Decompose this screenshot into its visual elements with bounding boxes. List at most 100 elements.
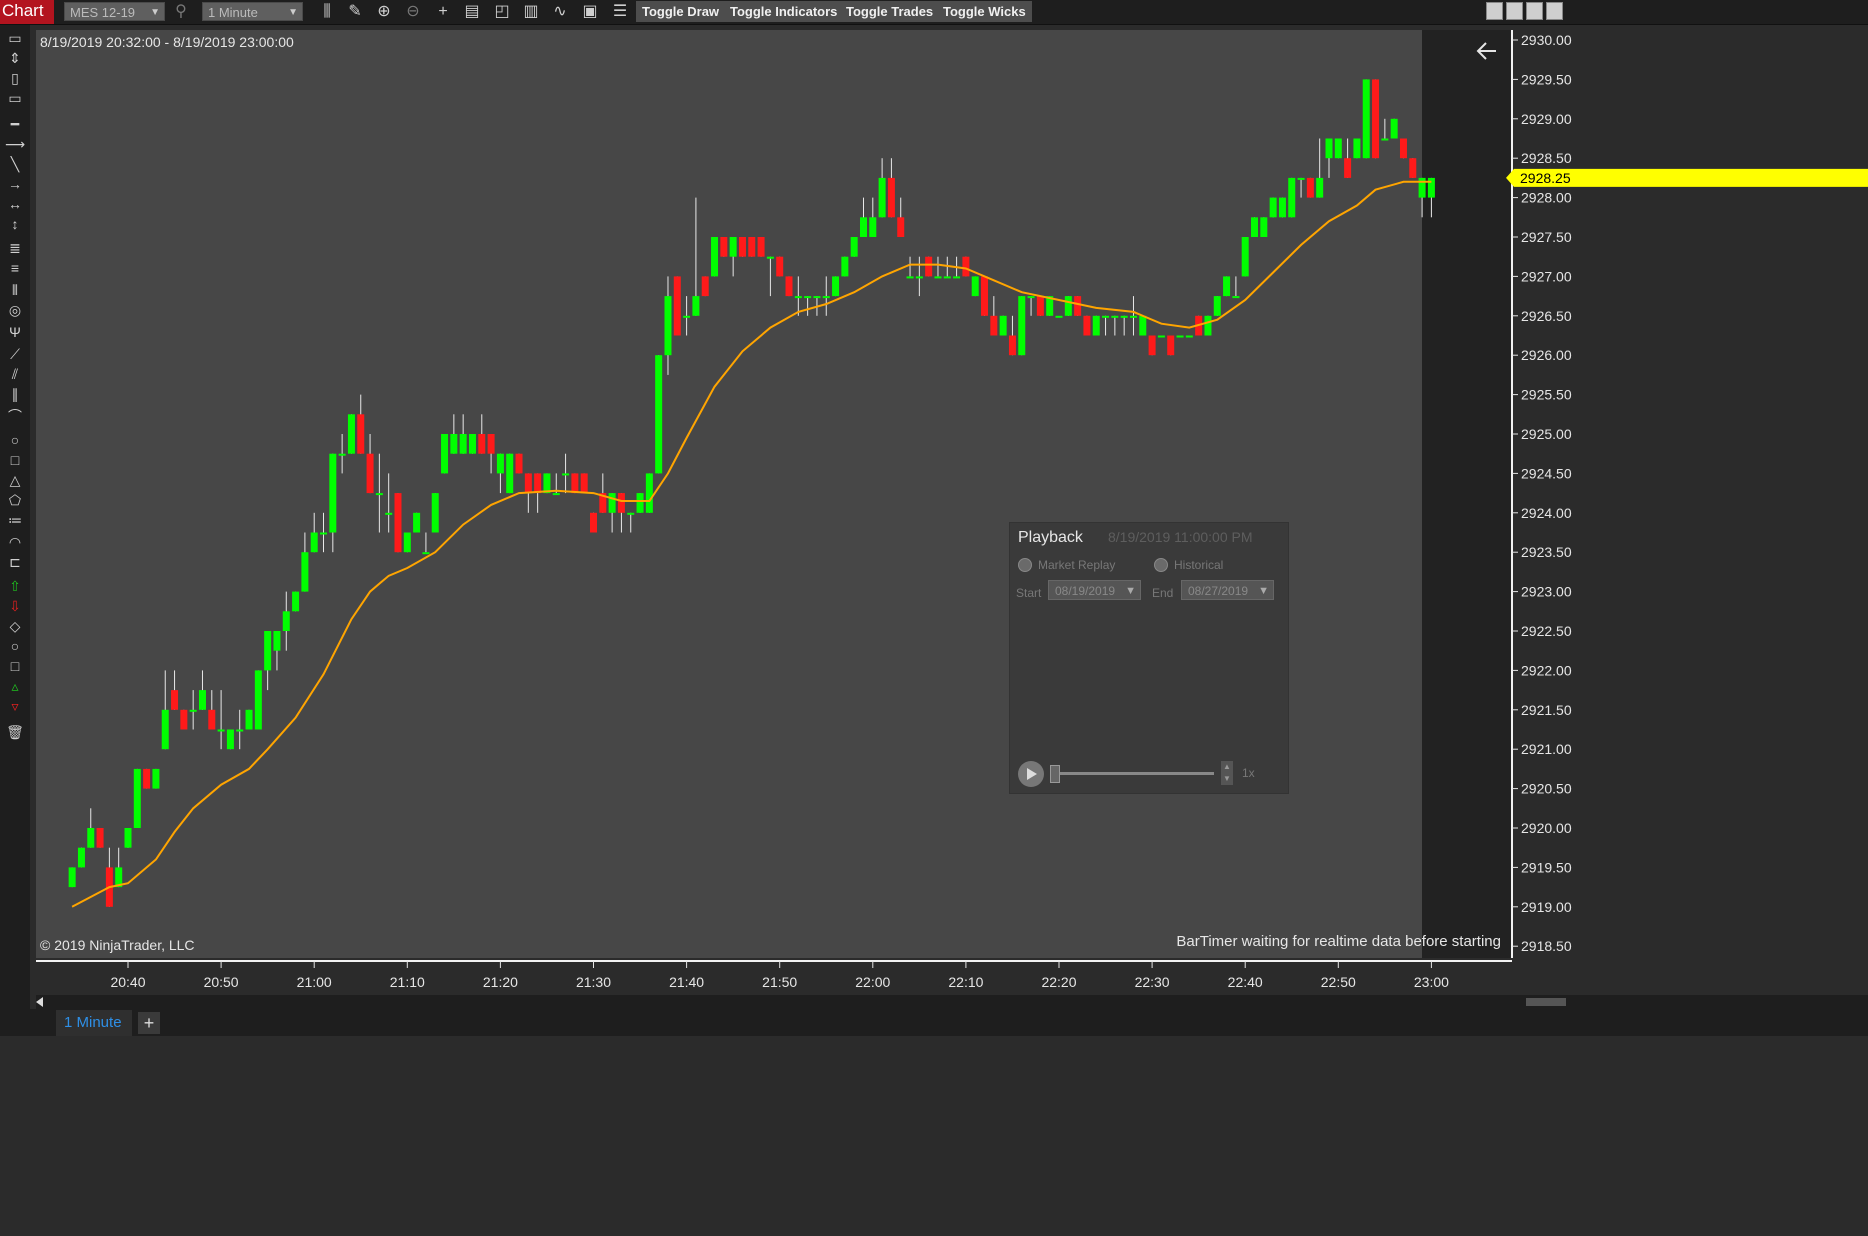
trend-channel-icon[interactable]: ∥ bbox=[4, 385, 26, 403]
speed-value: 1x bbox=[1242, 766, 1255, 780]
range-label: 8/19/2019 20:32:00 - 8/19/2019 23:00:00 bbox=[40, 34, 294, 50]
object-list-icon[interactable]: ☰ bbox=[609, 2, 631, 22]
add-tab-button[interactable]: + bbox=[138, 1012, 160, 1034]
interval-value: 1 Minute bbox=[208, 5, 258, 20]
toggle-trades-button[interactable]: Toggle Trades bbox=[840, 1, 940, 22]
region-highlight-y-icon[interactable]: ▯ bbox=[4, 69, 26, 87]
properties-icon[interactable]: ▤ bbox=[461, 2, 483, 22]
link-icon[interactable] bbox=[1506, 2, 1523, 20]
toggle-indicators-button[interactable]: Toggle Indicators bbox=[724, 1, 844, 22]
path-icon[interactable]: ⊏ bbox=[4, 553, 26, 571]
crosshair-icon[interactable]: + bbox=[432, 2, 454, 22]
zoom-out-icon[interactable]: ⊖ bbox=[402, 2, 424, 22]
toggle-draw-button[interactable]: Toggle Draw bbox=[636, 1, 726, 22]
interval-selector[interactable]: 1 Minute ▼ bbox=[202, 2, 303, 21]
horizontal-scrollbar[interactable] bbox=[36, 995, 1868, 1009]
candle-down bbox=[534, 473, 542, 494]
scroll-left-icon[interactable] bbox=[36, 997, 43, 1007]
chart-window-label[interactable]: Chart bbox=[0, 0, 54, 24]
candle-down bbox=[580, 473, 588, 494]
pencil-icon[interactable]: ✎ bbox=[344, 2, 366, 22]
triangle-icon[interactable]: △ bbox=[4, 471, 26, 489]
indicators-icon[interactable]: ∿ bbox=[549, 2, 571, 22]
regression-channel-icon[interactable]: ⫽ bbox=[4, 365, 26, 383]
dot-icon[interactable]: ○ bbox=[4, 637, 26, 655]
play-button[interactable] bbox=[1018, 761, 1044, 787]
maximize-icon[interactable] bbox=[1546, 2, 1563, 20]
risk-reward-icon[interactable]: ⇕ bbox=[4, 49, 26, 67]
arrow-down-icon[interactable]: ⇩ bbox=[4, 597, 26, 615]
speed-stepper[interactable]: ▲ ▼ bbox=[1221, 761, 1233, 785]
fibonacci-retracement-icon[interactable]: ≣ bbox=[4, 239, 26, 257]
time-tick-label: 22:30 bbox=[1135, 974, 1170, 990]
candle-down bbox=[757, 237, 765, 257]
price-chart[interactable]: 2918.50 2919.00 2919.50 2920.00 2920.50 2921.… bbox=[36, 30, 1868, 995]
price-tick-label: 2925.50 bbox=[1521, 387, 1572, 403]
ruler-icon[interactable]: ▭ bbox=[4, 29, 26, 47]
time-tick-label: 21:10 bbox=[390, 974, 425, 990]
andrews-pitchfork-icon[interactable]: Ψ bbox=[4, 323, 26, 341]
market-replay-radio[interactable] bbox=[1018, 558, 1032, 572]
diamond-icon[interactable]: ◇ bbox=[4, 617, 26, 635]
rectangle-icon[interactable]: □ bbox=[4, 451, 26, 469]
time-cycles-icon[interactable]: ⌒ bbox=[4, 407, 26, 425]
minimize-icon[interactable] bbox=[1526, 2, 1543, 20]
zoom-in-icon[interactable]: ⊕ bbox=[373, 2, 395, 22]
fibonacci-circle-icon[interactable]: ◎ bbox=[4, 301, 26, 319]
candle-down bbox=[748, 237, 756, 257]
candle-down bbox=[981, 276, 989, 316]
historical-radio[interactable] bbox=[1154, 558, 1168, 572]
triangle-up-icon[interactable]: ▵ bbox=[4, 677, 26, 695]
candle-down bbox=[1409, 158, 1417, 178]
playback-slider-track[interactable] bbox=[1052, 772, 1214, 775]
time-tick-label: 22:20 bbox=[1041, 974, 1076, 990]
start-date-picker[interactable]: 08/19/2019 ▼ bbox=[1048, 580, 1141, 600]
candle-up bbox=[1269, 197, 1277, 218]
triangle-down-icon[interactable]: ▿ bbox=[4, 697, 26, 715]
bar-type-icon[interactable]: ⫼ bbox=[316, 2, 338, 22]
vertical-line-icon[interactable]: ↕ bbox=[4, 215, 26, 233]
horizontal-line-icon[interactable]: ↔ bbox=[4, 195, 26, 213]
search-icon[interactable]: ⚲ bbox=[170, 2, 192, 22]
square-icon[interactable]: □ bbox=[4, 657, 26, 675]
time-tick-label: 22:10 bbox=[948, 974, 983, 990]
polygon-icon[interactable]: ⬠ bbox=[4, 491, 26, 509]
candle-down bbox=[1344, 158, 1352, 178]
scroll-thumb[interactable] bbox=[1526, 998, 1566, 1006]
gann-fan-icon[interactable]: ⟋ bbox=[4, 345, 26, 363]
fibonacci-time-icon[interactable]: ⦀ bbox=[4, 281, 26, 299]
tile-icon[interactable] bbox=[1486, 2, 1503, 20]
candle-up bbox=[832, 276, 840, 297]
candle-up bbox=[1185, 335, 1193, 338]
candle-down bbox=[1399, 138, 1407, 159]
candle-down bbox=[208, 709, 216, 730]
arrow-line-icon[interactable]: → bbox=[4, 175, 26, 193]
instrument-selector[interactable]: MES 12-19 ▼ bbox=[64, 2, 165, 21]
candle-up bbox=[999, 315, 1007, 336]
trash-icon[interactable]: 🗑 bbox=[4, 723, 26, 741]
templates-icon[interactable]: ◰ bbox=[491, 2, 513, 22]
candle-down bbox=[1036, 296, 1044, 316]
time-axis: 20:40 20:50 21:00 21:10 21:20 21:30 21:40 21:50… bbox=[110, 961, 1449, 990]
end-date-value: 08/27/2019 bbox=[1188, 584, 1249, 598]
arrow-up-icon[interactable]: ⇧ bbox=[4, 577, 26, 595]
arc-icon[interactable]: ◠ bbox=[4, 533, 26, 551]
extended-line-icon[interactable]: ╲ bbox=[4, 155, 26, 173]
ray-icon[interactable]: ⟶ bbox=[4, 135, 26, 153]
tab-1-minute[interactable]: 1 Minute bbox=[56, 1010, 132, 1036]
toggle-wicks-button[interactable]: Toggle Wicks bbox=[937, 1, 1032, 22]
strategies-icon[interactable]: ▣ bbox=[579, 2, 601, 22]
ellipse-icon[interactable]: ○ bbox=[4, 431, 26, 449]
candle-up bbox=[813, 296, 821, 299]
end-date-picker[interactable]: 08/27/2019 ▼ bbox=[1181, 580, 1274, 600]
playback-slider-thumb[interactable] bbox=[1050, 765, 1060, 783]
text-icon[interactable]: ≔ bbox=[4, 511, 26, 529]
fibonacci-extension-icon[interactable]: ≡ bbox=[4, 259, 26, 277]
candle-up bbox=[608, 493, 616, 513]
line-icon[interactable]: ━ bbox=[4, 115, 26, 133]
candle-down bbox=[673, 276, 681, 336]
data-series-icon[interactable]: ▥ bbox=[520, 2, 542, 22]
candle-down bbox=[180, 709, 188, 730]
region-highlight-x-icon[interactable]: ▭ bbox=[4, 89, 26, 107]
plot-area-background bbox=[36, 30, 1422, 958]
